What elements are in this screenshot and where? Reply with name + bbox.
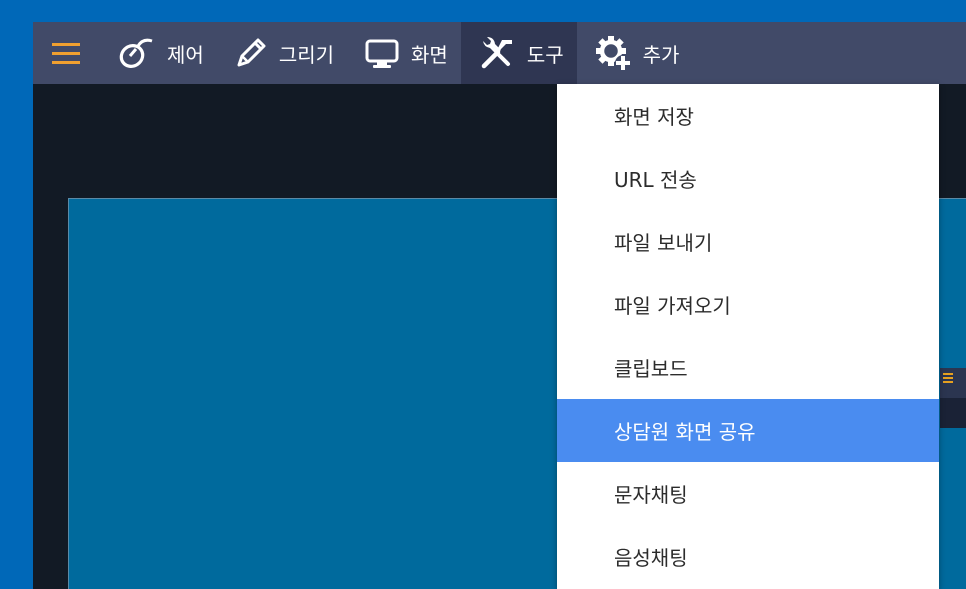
menu-item-send-url[interactable]: URL 전송 [557,147,939,210]
tools-dropdown-menu: 화면 저장 URL 전송 파일 보내기 파일 가져오기 클립보드 상담원 화면 … [557,84,939,589]
pencil-icon [234,36,268,70]
menu-item-label: 음성채팅 [614,546,688,570]
toolbar-control-button[interactable]: 제어 [99,22,217,84]
menu-item-label: 파일 가져오기 [614,294,731,318]
remote-viewer-window: 제어 그리기 화면 도구 추가 화면 저장 URL 전송 파일 보내기 파일 가… [33,22,966,589]
monitor-icon [364,36,400,70]
toolbar-control-label: 제어 [167,42,204,67]
toolbar-screen-label: 화면 [411,42,448,67]
toolbar-draw-label: 그리기 [278,42,335,67]
toolbar-more-label: 추가 [642,42,680,67]
menu-item-send-file[interactable]: 파일 보내기 [557,210,939,273]
menu-item-label: 상담원 화면 공유 [614,420,756,444]
menu-item-save-screen[interactable]: 화면 저장 [557,84,939,147]
remote-dark-area [940,398,966,428]
mini-menu-icon [943,373,953,375]
menu-item-label: 클립보드 [614,357,688,381]
menu-item-label: URL 전송 [614,168,697,192]
menu-item-get-file[interactable]: 파일 가져오기 [557,273,939,336]
toolbar-draw-button[interactable]: 그리기 [217,22,347,84]
mouse-icon [116,36,156,70]
menu-item-label: 문자채팅 [614,483,688,507]
menu-item-clipboard[interactable]: 클립보드 [557,336,939,399]
main-toolbar: 제어 그리기 화면 도구 추가 [33,22,966,84]
menu-item-label: 화면 저장 [614,105,694,129]
gear-plus-icon [594,34,632,72]
tools-icon [478,36,516,70]
toolbar-more-button[interactable]: 추가 [577,22,693,84]
remote-taskbar-fragment [940,368,966,398]
menu-item-agent-screen-share[interactable]: 상담원 화면 공유 [557,399,939,462]
hamburger-icon[interactable] [33,22,99,84]
menu-item-text-chat[interactable]: 문자채팅 [557,462,939,525]
menu-item-voice-chat[interactable]: 음성채팅 [557,525,939,588]
toolbar-screen-button[interactable]: 화면 [347,22,461,84]
menu-item-label: 파일 보내기 [614,231,713,255]
toolbar-tools-label: 도구 [526,42,564,67]
toolbar-tools-button[interactable]: 도구 [460,22,577,84]
